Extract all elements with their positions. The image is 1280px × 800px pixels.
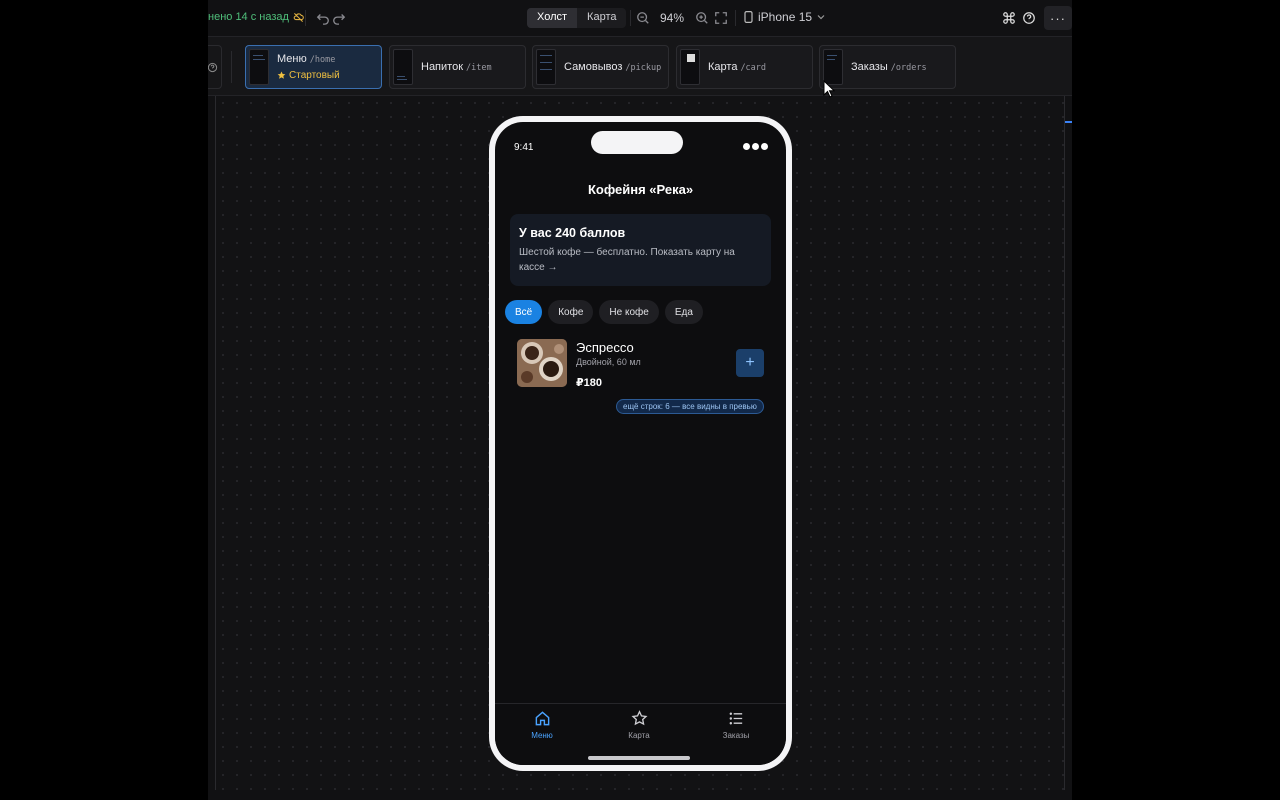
status-time: 9:41: [514, 142, 534, 153]
zoom-out-icon[interactable]: [635, 10, 651, 26]
tab-menu[interactable]: Меню: [512, 710, 572, 740]
page-thumbnail: [393, 49, 413, 85]
category-filters: Всё Кофе Не кофе Еда: [505, 300, 703, 324]
filter-chip-all[interactable]: Всё: [505, 300, 543, 324]
page-card-pickup[interactable]: Самовывоз/pickup: [532, 45, 669, 89]
loyalty-card[interactable]: У вас 240 баллов Шестой кофе — бесплатно…: [510, 214, 771, 286]
item-price: ₽180: [576, 377, 603, 389]
more-icon: ···: [1050, 10, 1066, 26]
toolbar-divider: [735, 10, 736, 26]
home-icon: [535, 711, 549, 726]
tab-orders[interactable]: Заказы: [706, 710, 766, 740]
item-name: Эспрессо: [576, 340, 634, 355]
page-route: /item: [466, 62, 492, 73]
zoom-level: 94%: [660, 11, 685, 25]
fit-screen-icon[interactable]: [713, 10, 729, 26]
help-icon[interactable]: [1021, 10, 1037, 26]
home-indicator: [588, 756, 690, 760]
start-page-badge: Стартовый: [277, 68, 340, 84]
chevron-down-icon: [817, 15, 825, 20]
cloud-off-icon: [293, 12, 304, 22]
phone-screen: 9:41 Кофейня «Река» У вас 240 баллов Шес…: [495, 122, 786, 765]
mouse-cursor-icon: [823, 80, 835, 98]
toolbar: нено 14 с назад Холст Карта 94% iPhone 1…: [208, 0, 1072, 36]
phone-icon: [744, 11, 753, 23]
more-menu-button[interactable]: ···: [1044, 6, 1072, 30]
item-description: Двойной, 60 мл: [576, 357, 641, 367]
more-rows-badge: ещё строк: 6 — все видны в превью: [616, 399, 764, 414]
dynamic-island: [591, 131, 683, 154]
tab-canvas[interactable]: Холст: [527, 8, 578, 28]
tab-label: Заказы: [722, 731, 750, 740]
page-name: Заказы: [851, 60, 888, 73]
pages-divider: [231, 51, 232, 83]
pages-help-button[interactable]: [208, 45, 222, 89]
page-name: Карта: [708, 60, 738, 73]
save-status: нено 14 с назад: [208, 11, 304, 23]
save-status-label: нено 14 с назад: [208, 11, 289, 23]
espresso-image: [517, 339, 567, 387]
page-card-home[interactable]: Меню/home Стартовый: [245, 45, 382, 89]
page-thumbnail: [249, 49, 269, 85]
tab-map[interactable]: Карта: [577, 8, 626, 28]
page-name: Самовывоз: [564, 60, 623, 73]
page-route: /pickup: [625, 62, 662, 73]
pages-strip: Меню/home Стартовый Напиток/item Самовыв…: [208, 36, 1072, 96]
toolbar-divider: [305, 10, 306, 26]
menu-item[interactable]: Эспрессо Двойной, 60 мл ₽180 +: [517, 338, 767, 390]
page-card-orders[interactable]: Заказы/orders: [819, 45, 956, 89]
page-route: /home: [309, 54, 336, 65]
toolbar-divider: [630, 10, 631, 26]
command-icon[interactable]: [1001, 10, 1017, 26]
help-icon: [208, 62, 218, 72]
page-thumbnail: [536, 49, 556, 85]
screen-title: Кофейня «Река»: [587, 182, 694, 197]
page-thumbnail: [680, 49, 700, 85]
page-card-card[interactable]: Карта/card: [676, 45, 813, 89]
tab-card[interactable]: Карта: [609, 710, 669, 740]
page-name: Меню: [277, 52, 307, 65]
zoom-in-icon[interactable]: [694, 10, 710, 26]
phone-frame: 9:41 Кофейня «Река» У вас 240 баллов Шес…: [489, 116, 792, 771]
view-mode-switch: Холст Карта: [527, 8, 627, 28]
add-to-cart-button[interactable]: +: [736, 349, 764, 377]
canvas-edge-marker: [1065, 121, 1072, 123]
device-select[interactable]: iPhone 15: [744, 10, 825, 24]
page-name: Напиток: [421, 60, 464, 73]
loyalty-text: Шестой кофе — бесплатно. Показать карту …: [519, 247, 735, 273]
loyalty-title: У вас 240 баллов: [519, 226, 626, 240]
page-card-item[interactable]: Напиток/item: [389, 45, 526, 89]
list-icon: [729, 712, 742, 725]
filter-chip-not-coffee[interactable]: Не кофе: [599, 300, 659, 324]
filter-chip-coffee[interactable]: Кофе: [548, 300, 594, 324]
star-icon: [631, 710, 647, 726]
filter-chip-food[interactable]: Еда: [664, 300, 703, 324]
status-indicators: [743, 143, 768, 150]
tab-label: Карта: [628, 731, 650, 740]
undo-icon[interactable]: [315, 10, 331, 26]
star-icon: [277, 71, 286, 79]
page-route: /orders: [890, 62, 927, 73]
tab-label: Меню: [531, 731, 553, 740]
tab-bar: Меню Карта Заказы: [495, 703, 786, 765]
redo-icon[interactable]: [331, 10, 347, 26]
device-select-label: iPhone 15: [758, 10, 813, 24]
start-page-label: Стартовый: [289, 69, 340, 81]
page-route: /card: [740, 62, 767, 73]
app-window: нено 14 с назад Холст Карта 94% iPhone 1…: [208, 0, 1072, 800]
